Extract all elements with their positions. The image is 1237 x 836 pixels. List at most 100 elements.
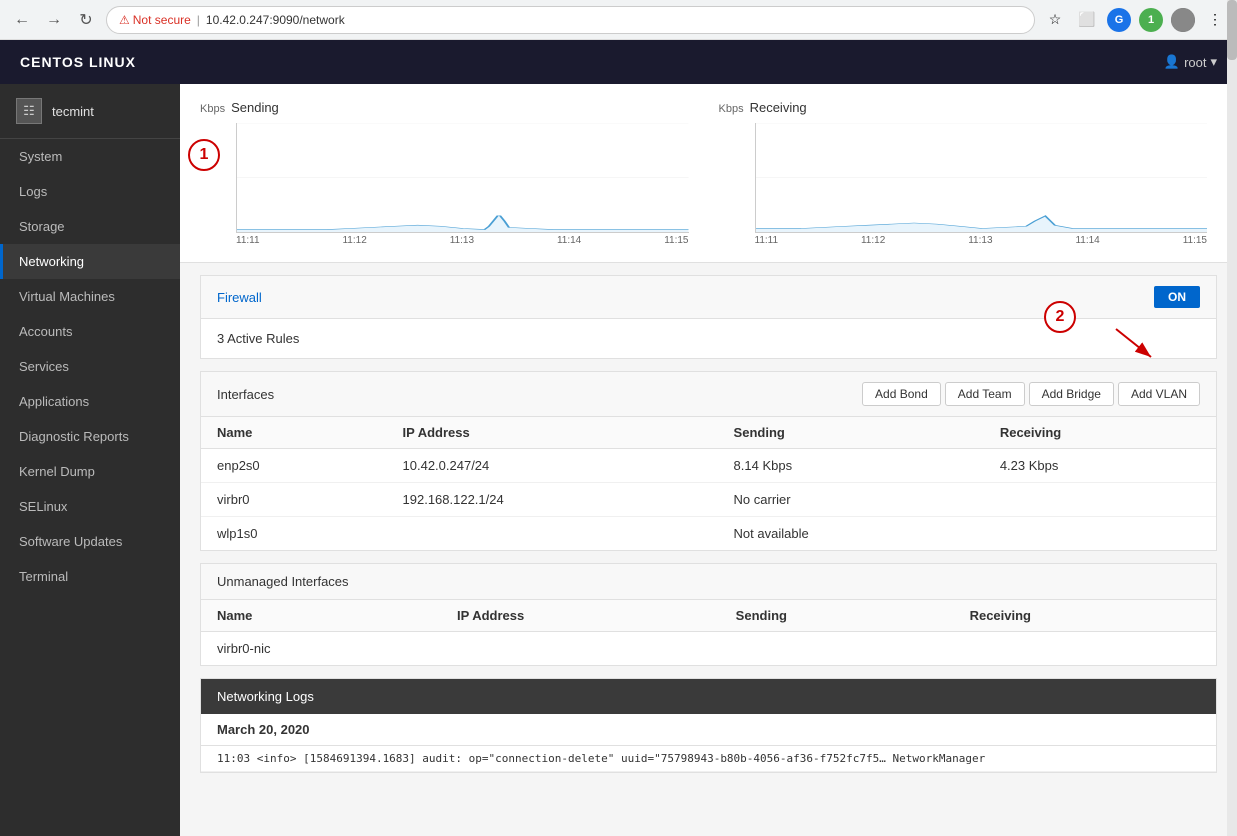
logs-date: March 20, 2020 bbox=[201, 714, 1216, 746]
add-vlan-button[interactable]: Add VLAN bbox=[1118, 382, 1200, 406]
sidebar-item-accounts[interactable]: Accounts bbox=[0, 314, 180, 349]
url-text: 10.42.0.247:9090/network bbox=[206, 13, 345, 27]
interfaces-btn-group: Add Bond Add Team Add Bridge Add VLAN bbox=[862, 382, 1200, 406]
sending-title: Sending bbox=[231, 100, 279, 115]
host-icon: ☷ bbox=[16, 98, 42, 124]
forward-button[interactable]: → bbox=[42, 8, 66, 32]
sidebar-item-diagnostic-reports[interactable]: Diagnostic Reports bbox=[0, 419, 180, 454]
row-sending: No carrier bbox=[718, 483, 984, 517]
unmanaged-table: Name IP Address Sending Receiving virbr0… bbox=[201, 600, 1216, 665]
add-bond-button[interactable]: Add Bond bbox=[862, 382, 941, 406]
row-receiving bbox=[984, 483, 1216, 517]
back-button[interactable]: ← bbox=[10, 8, 34, 32]
address-bar[interactable]: ⚠ Not secure | 10.42.0.247:9090/network bbox=[106, 6, 1035, 34]
add-team-button[interactable]: Add Team bbox=[945, 382, 1025, 406]
row-ip bbox=[387, 517, 718, 551]
sidebar-item-virtual-machines[interactable]: Virtual Machines bbox=[0, 279, 180, 314]
main-area: ☷ tecmint System Logs Storage Networking… bbox=[0, 84, 1237, 836]
firewall-link[interactable]: Firewall bbox=[217, 290, 262, 305]
receiving-chart-area bbox=[755, 123, 1208, 233]
log-entry: 11:03 <info> [1584691394.1683] audit: op… bbox=[201, 746, 1216, 772]
bookmark-icon[interactable]: ☆ bbox=[1043, 8, 1067, 32]
sidebar-item-software-updates[interactable]: Software Updates bbox=[0, 524, 180, 559]
table-row[interactable]: virbr0 192.168.122.1/24 No carrier bbox=[201, 483, 1216, 517]
receiving-chart-wrapper: 800 400 0 bbox=[755, 123, 1208, 246]
browser-icons: ☆ ⬜ G 1 ⋮ bbox=[1043, 8, 1227, 32]
charts-section: 1 Kbps Sending 800 400 bbox=[180, 84, 1237, 263]
sidebar-host: ☷ tecmint bbox=[0, 84, 180, 139]
sending-chart-svg bbox=[237, 123, 689, 232]
logs-header: Networking Logs bbox=[201, 679, 1216, 714]
row-receiving bbox=[984, 517, 1216, 551]
reload-button[interactable]: ↻ bbox=[74, 8, 98, 32]
table-row[interactable]: enp2s0 10.42.0.247/24 8.14 Kbps 4.23 Kbp… bbox=[201, 449, 1216, 483]
sidebar-item-kernel-dump[interactable]: Kernel Dump bbox=[0, 454, 180, 489]
row-sending: Not available bbox=[718, 517, 984, 551]
ucol-sending: Sending bbox=[720, 600, 954, 632]
chevron-down-icon: ▾ bbox=[1210, 54, 1217, 70]
screenshot-icon[interactable]: ⬜ bbox=[1075, 8, 1099, 32]
content-inner: 1 Kbps Sending 800 400 bbox=[180, 84, 1237, 773]
urow-sending bbox=[720, 632, 954, 666]
urow-receiving bbox=[954, 632, 1216, 666]
sending-kbps-label: Kbps bbox=[200, 103, 225, 115]
row-ip: 10.42.0.247/24 bbox=[387, 449, 718, 483]
table-row[interactable]: virbr0-nic bbox=[201, 632, 1216, 666]
extension2-icon[interactable]: 1 bbox=[1139, 8, 1163, 32]
receiving-kbps-label: Kbps bbox=[719, 103, 744, 115]
col-receiving: Receiving bbox=[984, 417, 1216, 449]
interfaces-section: Interfaces Add Bond Add Team Add Bridge … bbox=[200, 371, 1217, 551]
sidebar-item-system[interactable]: System bbox=[0, 139, 180, 174]
row-name: wlp1s0 bbox=[201, 517, 387, 551]
row-ip: 192.168.122.1/24 bbox=[387, 483, 718, 517]
add-bridge-button[interactable]: Add Bridge bbox=[1029, 382, 1114, 406]
browser-bar: ← → ↻ ⚠ Not secure | 10.42.0.247:9090/ne… bbox=[0, 0, 1237, 40]
table-row[interactable]: wlp1s0 Not available bbox=[201, 517, 1216, 551]
sidebar-item-services[interactable]: Services bbox=[0, 349, 180, 384]
interfaces-header: Interfaces Add Bond Add Team Add Bridge … bbox=[201, 372, 1216, 417]
sidebar-item-networking[interactable]: Networking bbox=[0, 244, 180, 279]
ucol-receiving: Receiving bbox=[954, 600, 1216, 632]
sending-chart-wrapper: 800 400 0 bbox=[236, 123, 689, 246]
menu-icon[interactable]: ⋮ bbox=[1203, 8, 1227, 32]
row-receiving: 4.23 Kbps bbox=[984, 449, 1216, 483]
app-title: CENTOS LINUX bbox=[20, 54, 136, 70]
sidebar-item-terminal[interactable]: Terminal bbox=[0, 559, 180, 594]
user-menu[interactable]: 👤 root ▾ bbox=[1164, 54, 1217, 70]
sidebar-item-storage[interactable]: Storage bbox=[0, 209, 180, 244]
receiving-title: Receiving bbox=[750, 100, 807, 115]
sidebar-item-applications[interactable]: Applications bbox=[0, 384, 180, 419]
active-rules-text: 3 Active Rules bbox=[217, 331, 299, 346]
interfaces-title: Interfaces bbox=[217, 387, 274, 402]
firewall-section: Firewall ON 3 Active Rules 2 bbox=[200, 275, 1217, 359]
firewall-body: 3 Active Rules 2 bbox=[201, 319, 1216, 358]
ucol-name: Name bbox=[201, 600, 441, 632]
extension-icon[interactable]: G bbox=[1107, 8, 1131, 32]
row-name: virbr0 bbox=[201, 483, 387, 517]
firewall-toggle[interactable]: ON bbox=[1154, 286, 1200, 308]
sidebar: ☷ tecmint System Logs Storage Networking… bbox=[0, 84, 180, 836]
interfaces-table: Name IP Address Sending Receiving enp2s0… bbox=[201, 417, 1216, 550]
hostname: tecmint bbox=[52, 104, 94, 119]
profile-avatar[interactable] bbox=[1171, 8, 1195, 32]
urow-ip bbox=[441, 632, 720, 666]
col-sending: Sending bbox=[718, 417, 984, 449]
user-label: root bbox=[1184, 55, 1206, 70]
unmanaged-interfaces-section: Unmanaged Interfaces Name IP Address Sen… bbox=[200, 563, 1217, 666]
row-sending: 8.14 Kbps bbox=[718, 449, 984, 483]
warning-icon: ⚠ bbox=[119, 13, 130, 27]
sidebar-item-selinux[interactable]: SELinux bbox=[0, 489, 180, 524]
col-name: Name bbox=[201, 417, 387, 449]
receiving-x-labels: 11:11 11:12 11:13 11:14 11:15 bbox=[755, 235, 1208, 246]
sending-chart-area bbox=[236, 123, 689, 233]
app: CENTOS LINUX 👤 root ▾ ☷ tecmint System L… bbox=[0, 40, 1237, 836]
sending-x-labels: 11:11 11:12 11:13 11:14 11:15 bbox=[236, 235, 689, 246]
ucol-ip: IP Address bbox=[441, 600, 720, 632]
firewall-header: Firewall ON bbox=[201, 276, 1216, 319]
col-ip: IP Address bbox=[387, 417, 718, 449]
receiving-chart-svg bbox=[756, 123, 1208, 232]
sidebar-item-logs[interactable]: Logs bbox=[0, 174, 180, 209]
urow-name: virbr0-nic bbox=[201, 632, 441, 666]
sidebar-nav: System Logs Storage Networking Virtual M… bbox=[0, 139, 180, 836]
scrollbar-track[interactable] bbox=[1227, 84, 1237, 836]
